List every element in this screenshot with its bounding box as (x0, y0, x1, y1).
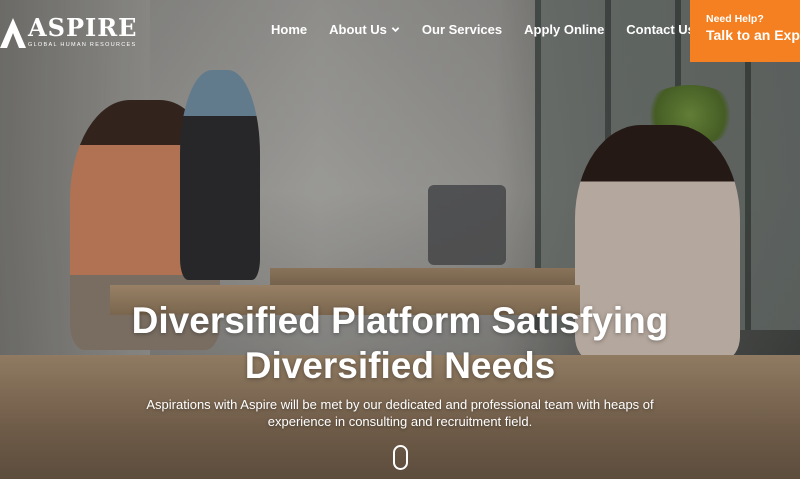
hero-subtext-line1: Aspirations with Aspire will be met by o… (146, 397, 654, 412)
logo-mark-icon (0, 18, 26, 48)
logo-tagline: GLOBAL HUMAN RESOURCES (28, 41, 137, 48)
talk-to-expert-button[interactable]: Need Help? Talk to an Expert (690, 0, 800, 62)
nav-about-us[interactable]: About Us (329, 22, 400, 37)
site-logo[interactable]: ASPIRE GLOBAL HUMAN RESOURCES (0, 12, 137, 52)
nav-contact-us[interactable]: Contact Us (626, 22, 695, 37)
nav-our-services[interactable]: Our Services (422, 22, 502, 37)
hero-headline-line1: Diversified Platform Satisfying (131, 300, 669, 341)
hero-headline-line2: Diversified Needs (244, 345, 556, 386)
hero-headline: Diversified Platform Satisfying Diversif… (0, 298, 800, 388)
scroll-down-icon[interactable] (393, 445, 408, 470)
hero-subtext: Aspirations with Aspire will be met by o… (100, 396, 700, 430)
need-help-label: Need Help? (706, 13, 764, 25)
nav-home[interactable]: Home (271, 22, 307, 37)
talk-to-expert-label: Talk to an Expert (706, 27, 800, 43)
nav-about-us-label: About Us (329, 22, 387, 37)
logo-name: ASPIRE (28, 12, 138, 42)
chevron-down-icon (391, 27, 400, 33)
main-nav: Home About Us Our Services Apply Online … (271, 22, 695, 37)
nav-apply-online[interactable]: Apply Online (524, 22, 604, 37)
hero-subtext-line2: experience in consulting and recruitment… (267, 414, 533, 429)
